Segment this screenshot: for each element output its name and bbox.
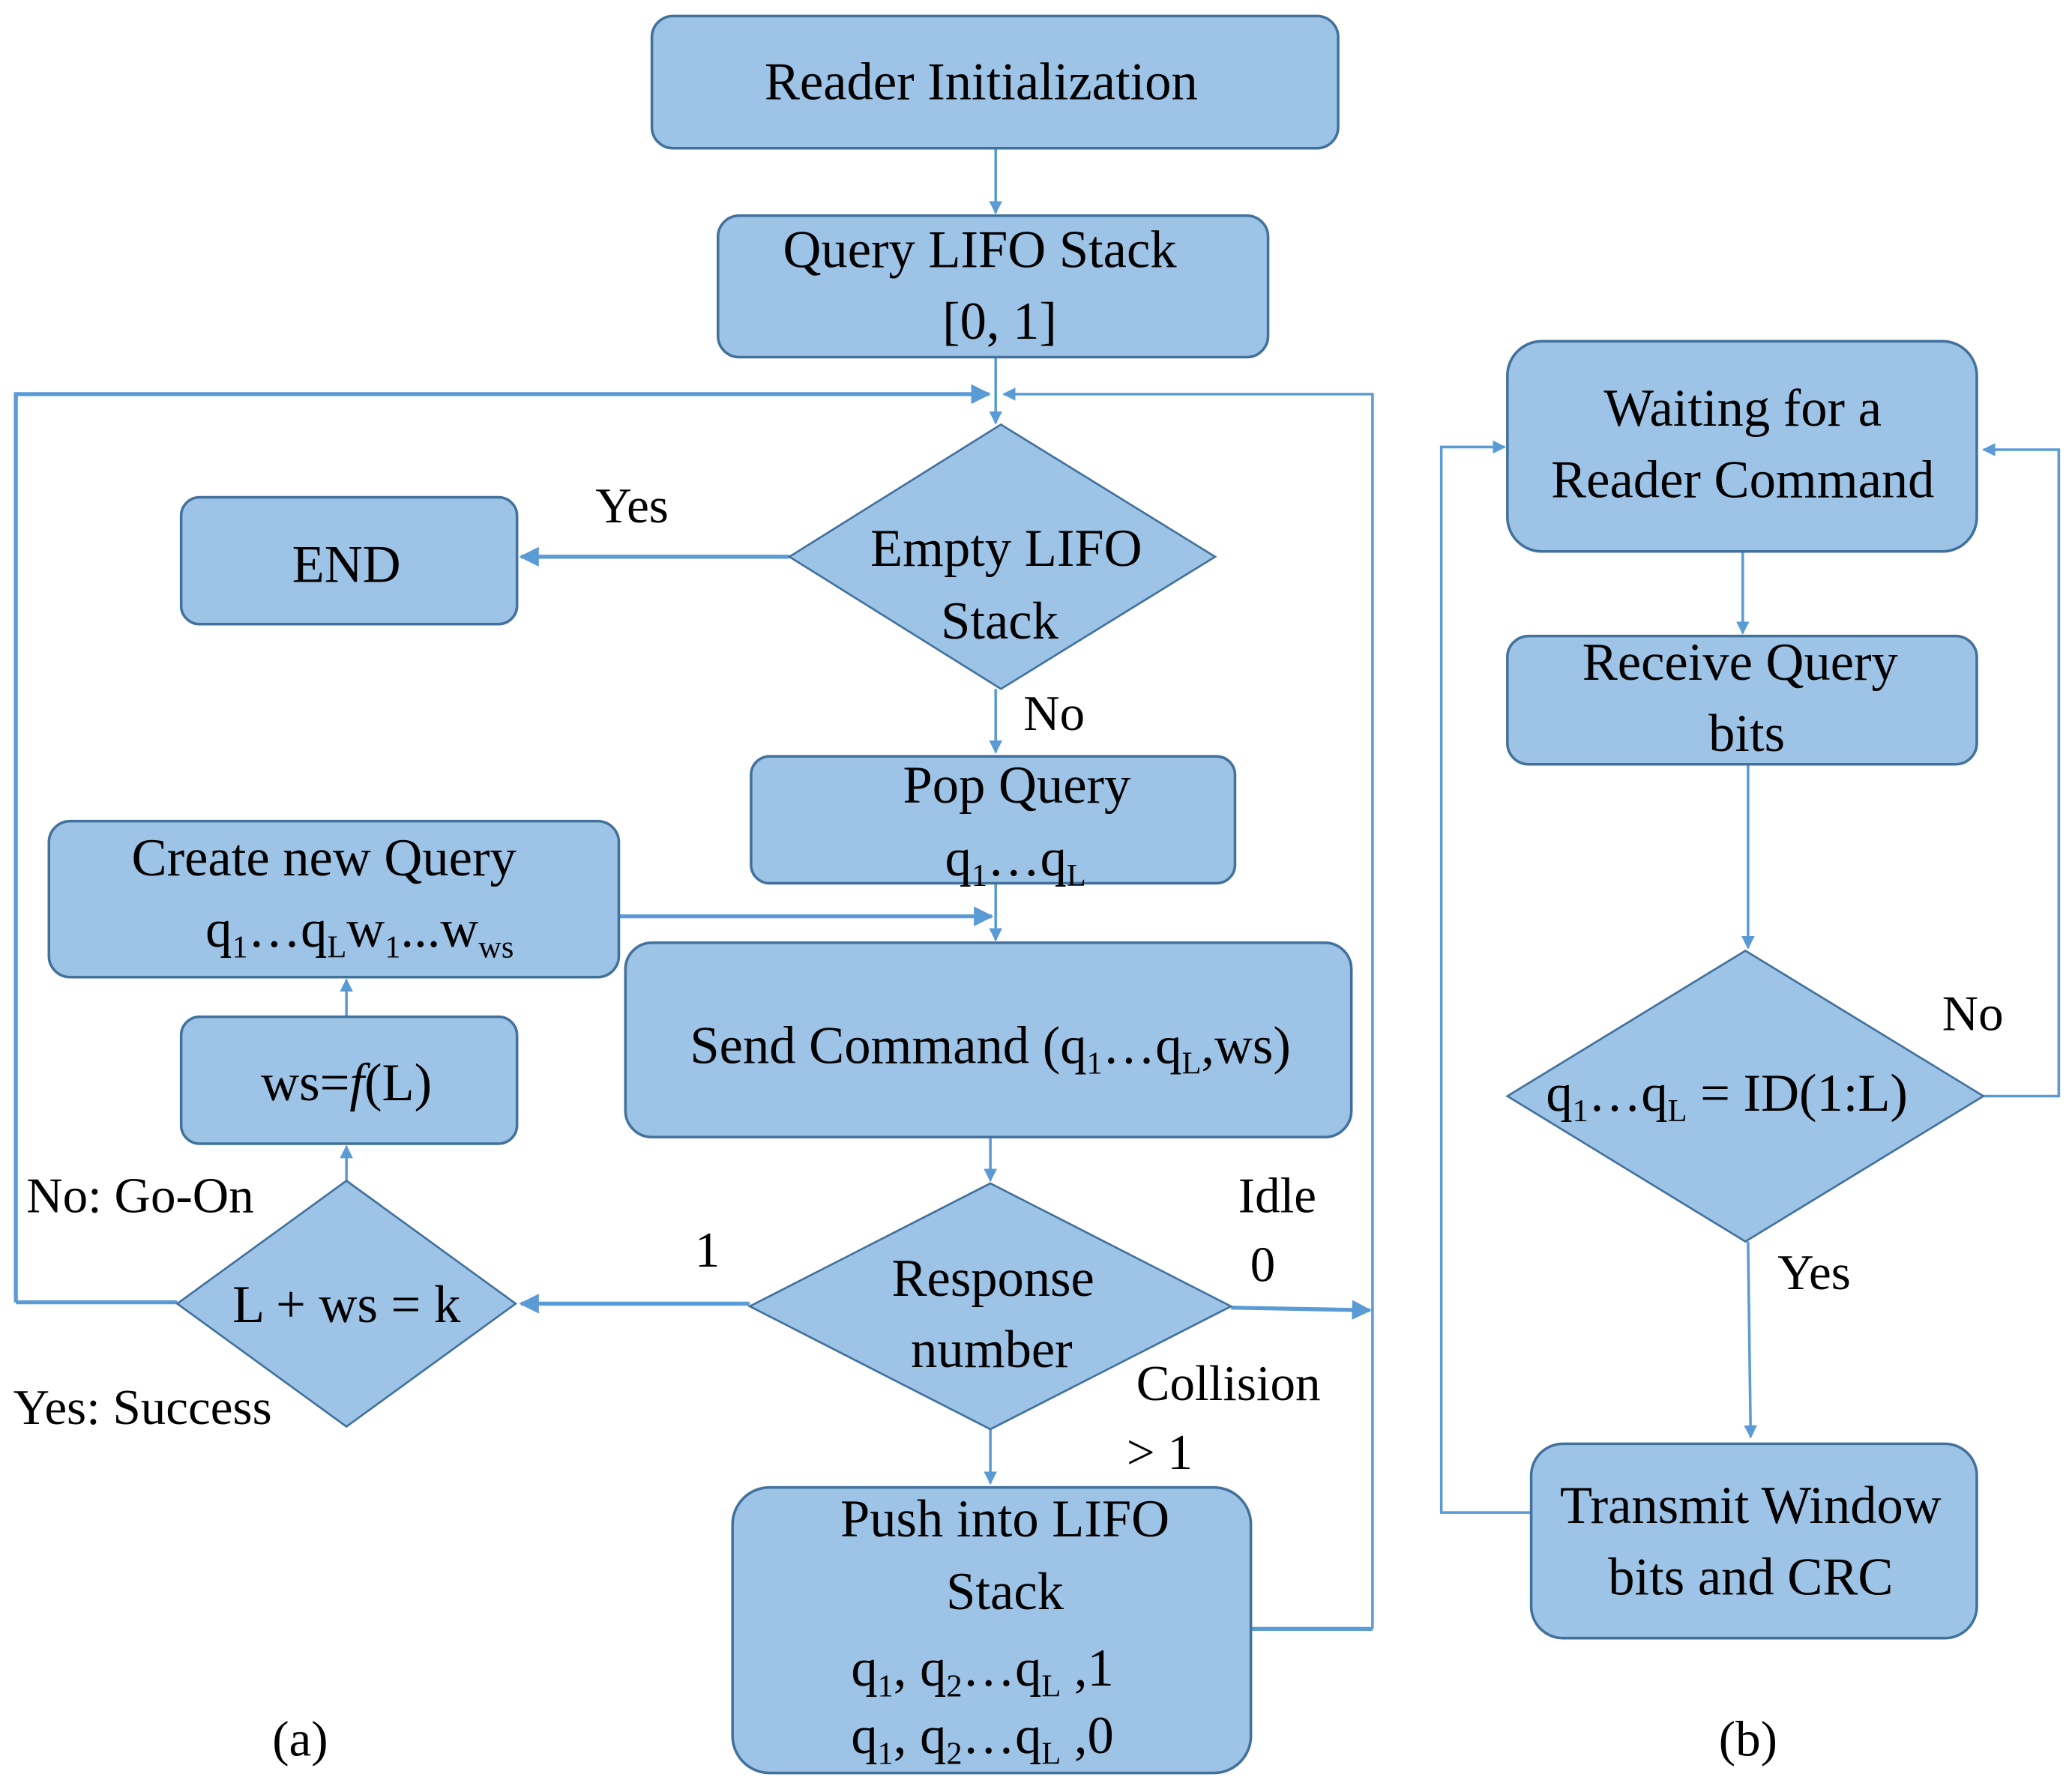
transmit-label-line1: Transmit Window — [1560, 1476, 1942, 1535]
node-pop-query: Pop Query q1…qL — [750, 755, 1237, 893]
edge-label-collision: Collision — [1136, 1356, 1321, 1411]
edge-label-zero: 0 — [1250, 1237, 1276, 1292]
panel-a: Reader Initialization Query LIFO Stack [… — [13, 14, 1374, 1775]
node-push-into-lifo-stack: Push into LIFO Stack q1, q2…qL ,1 q1, q2… — [731, 1485, 1253, 1775]
length-check-label: L + ws = k — [232, 1276, 461, 1334]
panel-b-caption: (b) — [1719, 1712, 1777, 1767]
window-size-function-label: ws=f(L) — [261, 1054, 432, 1112]
edge-label-idle: Idle — [1238, 1168, 1316, 1224]
panel-b: Waiting for a Reader Command Receive Que… — [1439, 340, 2061, 1767]
edge-label-gt-one: > 1 — [1127, 1425, 1193, 1480]
panel-a-caption: (a) — [272, 1712, 328, 1767]
receive-label-line1: Receive Query — [1582, 633, 1898, 692]
node-receive-query-bits: Receive Query bits — [1506, 633, 1978, 766]
create-new-query-formula: q1…qLw1...wws — [205, 900, 514, 965]
edge-label-yes-success: Yes: Success — [13, 1380, 272, 1435]
edge-label-no-pop: No — [1023, 686, 1085, 741]
query-lifo-stack-label: Query LIFO Stack — [783, 221, 1177, 280]
edge-label-one: 1 — [695, 1222, 720, 1278]
end-label: END — [292, 535, 401, 594]
edge-compare-yes-transmit — [1744, 1241, 1757, 1439]
receive-label-line2: bits — [1708, 705, 1785, 763]
node-reader-initialization: Reader Initialization — [650, 14, 1340, 150]
waiting-label-line1: Waiting for a — [1604, 379, 1882, 438]
decision-query-matches-id: q1…qL = ID(1:L) — [1505, 949, 1986, 1243]
push-stack-label-line2: Stack — [946, 1563, 1064, 1621]
edge-label-no-go-on: No: Go-On — [26, 1168, 253, 1224]
flowchart-figure: Reader Initialization Query LIFO Stack [… — [13, 14, 2061, 1775]
compare-label: q1…qL = ID(1:L) — [1546, 1064, 1908, 1129]
pop-query-formula: q1…qL — [945, 829, 1086, 893]
node-window-size-function: ws=f(L) — [179, 1015, 519, 1145]
edge-label-no: No — [1942, 986, 2004, 1041]
edge-transmit-to-waiting — [1439, 440, 1535, 1514]
empty-lifo-label-line1: Empty LIFO — [870, 519, 1142, 578]
pop-query-label: Pop Query — [903, 756, 1131, 815]
transmit-label-line2: bits and CRC — [1608, 1548, 1893, 1606]
node-transmit-window-bits: Transmit Window bits and CRC — [1529, 1442, 1978, 1640]
edge-response-idle — [1231, 1300, 1373, 1321]
decision-empty-lifo-stack: Empty LIFO Stack — [787, 423, 1217, 690]
edge-label-yes: Yes — [1777, 1245, 1851, 1300]
query-lifo-stack-range: [0, 1] — [942, 292, 1057, 351]
edge-label-yes-end: Yes — [595, 478, 669, 534]
send-command-label: Send Command (q1…qL,ws) — [690, 1016, 1290, 1081]
waiting-label-line2: Reader Command — [1551, 450, 1934, 509]
node-send-command: Send Command (q1…qL,ws) — [624, 941, 1353, 1138]
node-waiting-for-reader-command: Waiting for a Reader Command — [1506, 340, 1978, 553]
response-number-label-line2: number — [911, 1321, 1073, 1379]
reader-initialization-label: Reader Initialization — [765, 53, 1198, 112]
create-new-query-label: Create new Query — [132, 829, 517, 887]
node-end: END — [179, 495, 519, 626]
response-number-label-line1: Response — [891, 1249, 1094, 1308]
empty-lifo-label-line2: Stack — [941, 592, 1058, 651]
push-stack-label-line1: Push into LIFO — [840, 1490, 1169, 1548]
node-create-new-query: Create new Query q1…qLw1...wws — [47, 819, 621, 979]
node-query-lifo-stack: Query LIFO Stack [0, 1] — [717, 214, 1270, 359]
